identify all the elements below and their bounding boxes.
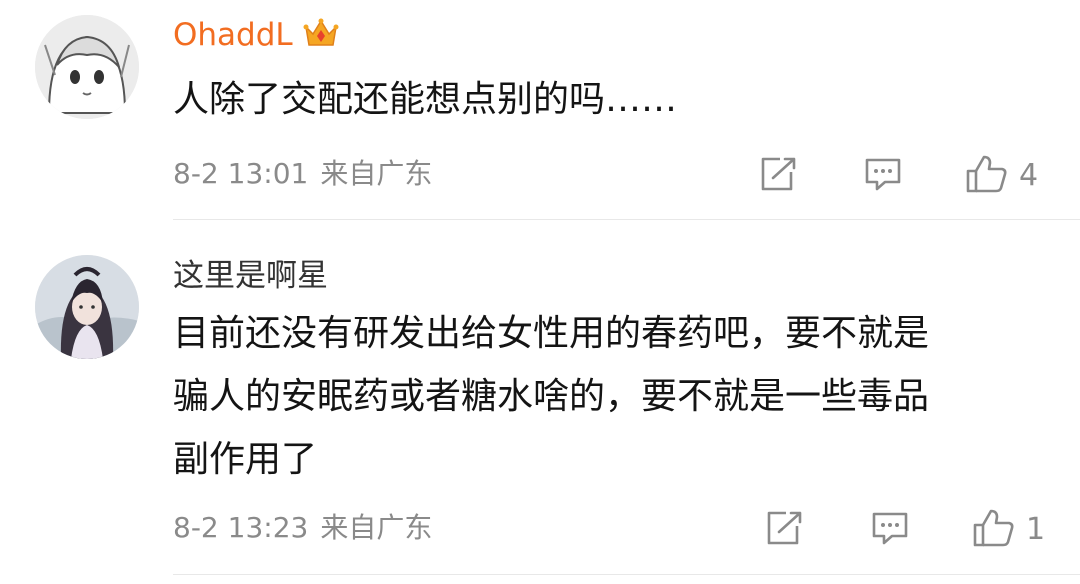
avatar[interactable] bbox=[35, 15, 139, 119]
comment-icon bbox=[870, 510, 910, 550]
like-button[interactable]: 4 bbox=[965, 154, 1038, 198]
share-button[interactable] bbox=[758, 156, 798, 196]
thumbs-up-icon bbox=[972, 508, 1016, 552]
avatar[interactable] bbox=[35, 255, 139, 359]
divider bbox=[173, 219, 1080, 220]
comment-text-line: 人除了交配还能想点别的吗…… bbox=[173, 79, 678, 120]
comment-icon bbox=[863, 156, 903, 196]
like-count: 4 bbox=[1019, 158, 1039, 193]
divider bbox=[173, 574, 1080, 575]
username-text[interactable]: 这里是啊星 bbox=[173, 258, 328, 294]
comment-location: 来自广东 bbox=[320, 511, 433, 544]
like-count: 1 bbox=[1026, 512, 1046, 547]
comment-meta: 8-2 13:23 来自广东 bbox=[173, 510, 432, 546]
comment-text: 目前还没有研发出给女性用的春药吧，要不就是 骗人的安眠药或者糖水啥的，要不就是一… bbox=[173, 302, 929, 491]
comment-location: 来自广东 bbox=[320, 157, 433, 190]
comment-text-line: 目前还没有研发出给女性用的春药吧，要不就是 bbox=[173, 313, 930, 354]
comment-time: 8-2 13:01 bbox=[173, 157, 309, 190]
share-button[interactable] bbox=[764, 510, 804, 550]
like-button[interactable]: 1 bbox=[972, 508, 1045, 552]
comment-meta: 8-2 13:01 来自广东 bbox=[173, 156, 432, 192]
comment-text: 人除了交配还能想点别的吗…… bbox=[173, 68, 677, 131]
comment-text-line: 副作用了 bbox=[173, 439, 318, 480]
share-icon bbox=[764, 510, 804, 550]
comment-button[interactable] bbox=[863, 156, 903, 196]
share-icon bbox=[758, 156, 798, 196]
comment-button[interactable] bbox=[870, 510, 910, 550]
comment-item: 这里是啊星 目前还没有研发出给女性用的春药吧，要不就是 骗人的安眠药或者糖水啥的… bbox=[0, 222, 1080, 584]
comment-time: 8-2 13:23 bbox=[173, 511, 309, 544]
username[interactable]: OhaddL bbox=[173, 15, 339, 59]
crown-icon bbox=[303, 17, 339, 59]
username[interactable]: 这里是啊星 bbox=[173, 256, 328, 296]
comment-text-line: 骗人的安眠药或者糖水啥的，要不就是一些毒品 bbox=[173, 376, 930, 417]
thumbs-up-icon bbox=[965, 154, 1009, 198]
comment-item: OhaddL 人除了交配还能想点别的吗…… 8-2 13:01 来自广东 4 bbox=[0, 0, 1080, 222]
username-text[interactable]: OhaddL bbox=[173, 17, 293, 53]
